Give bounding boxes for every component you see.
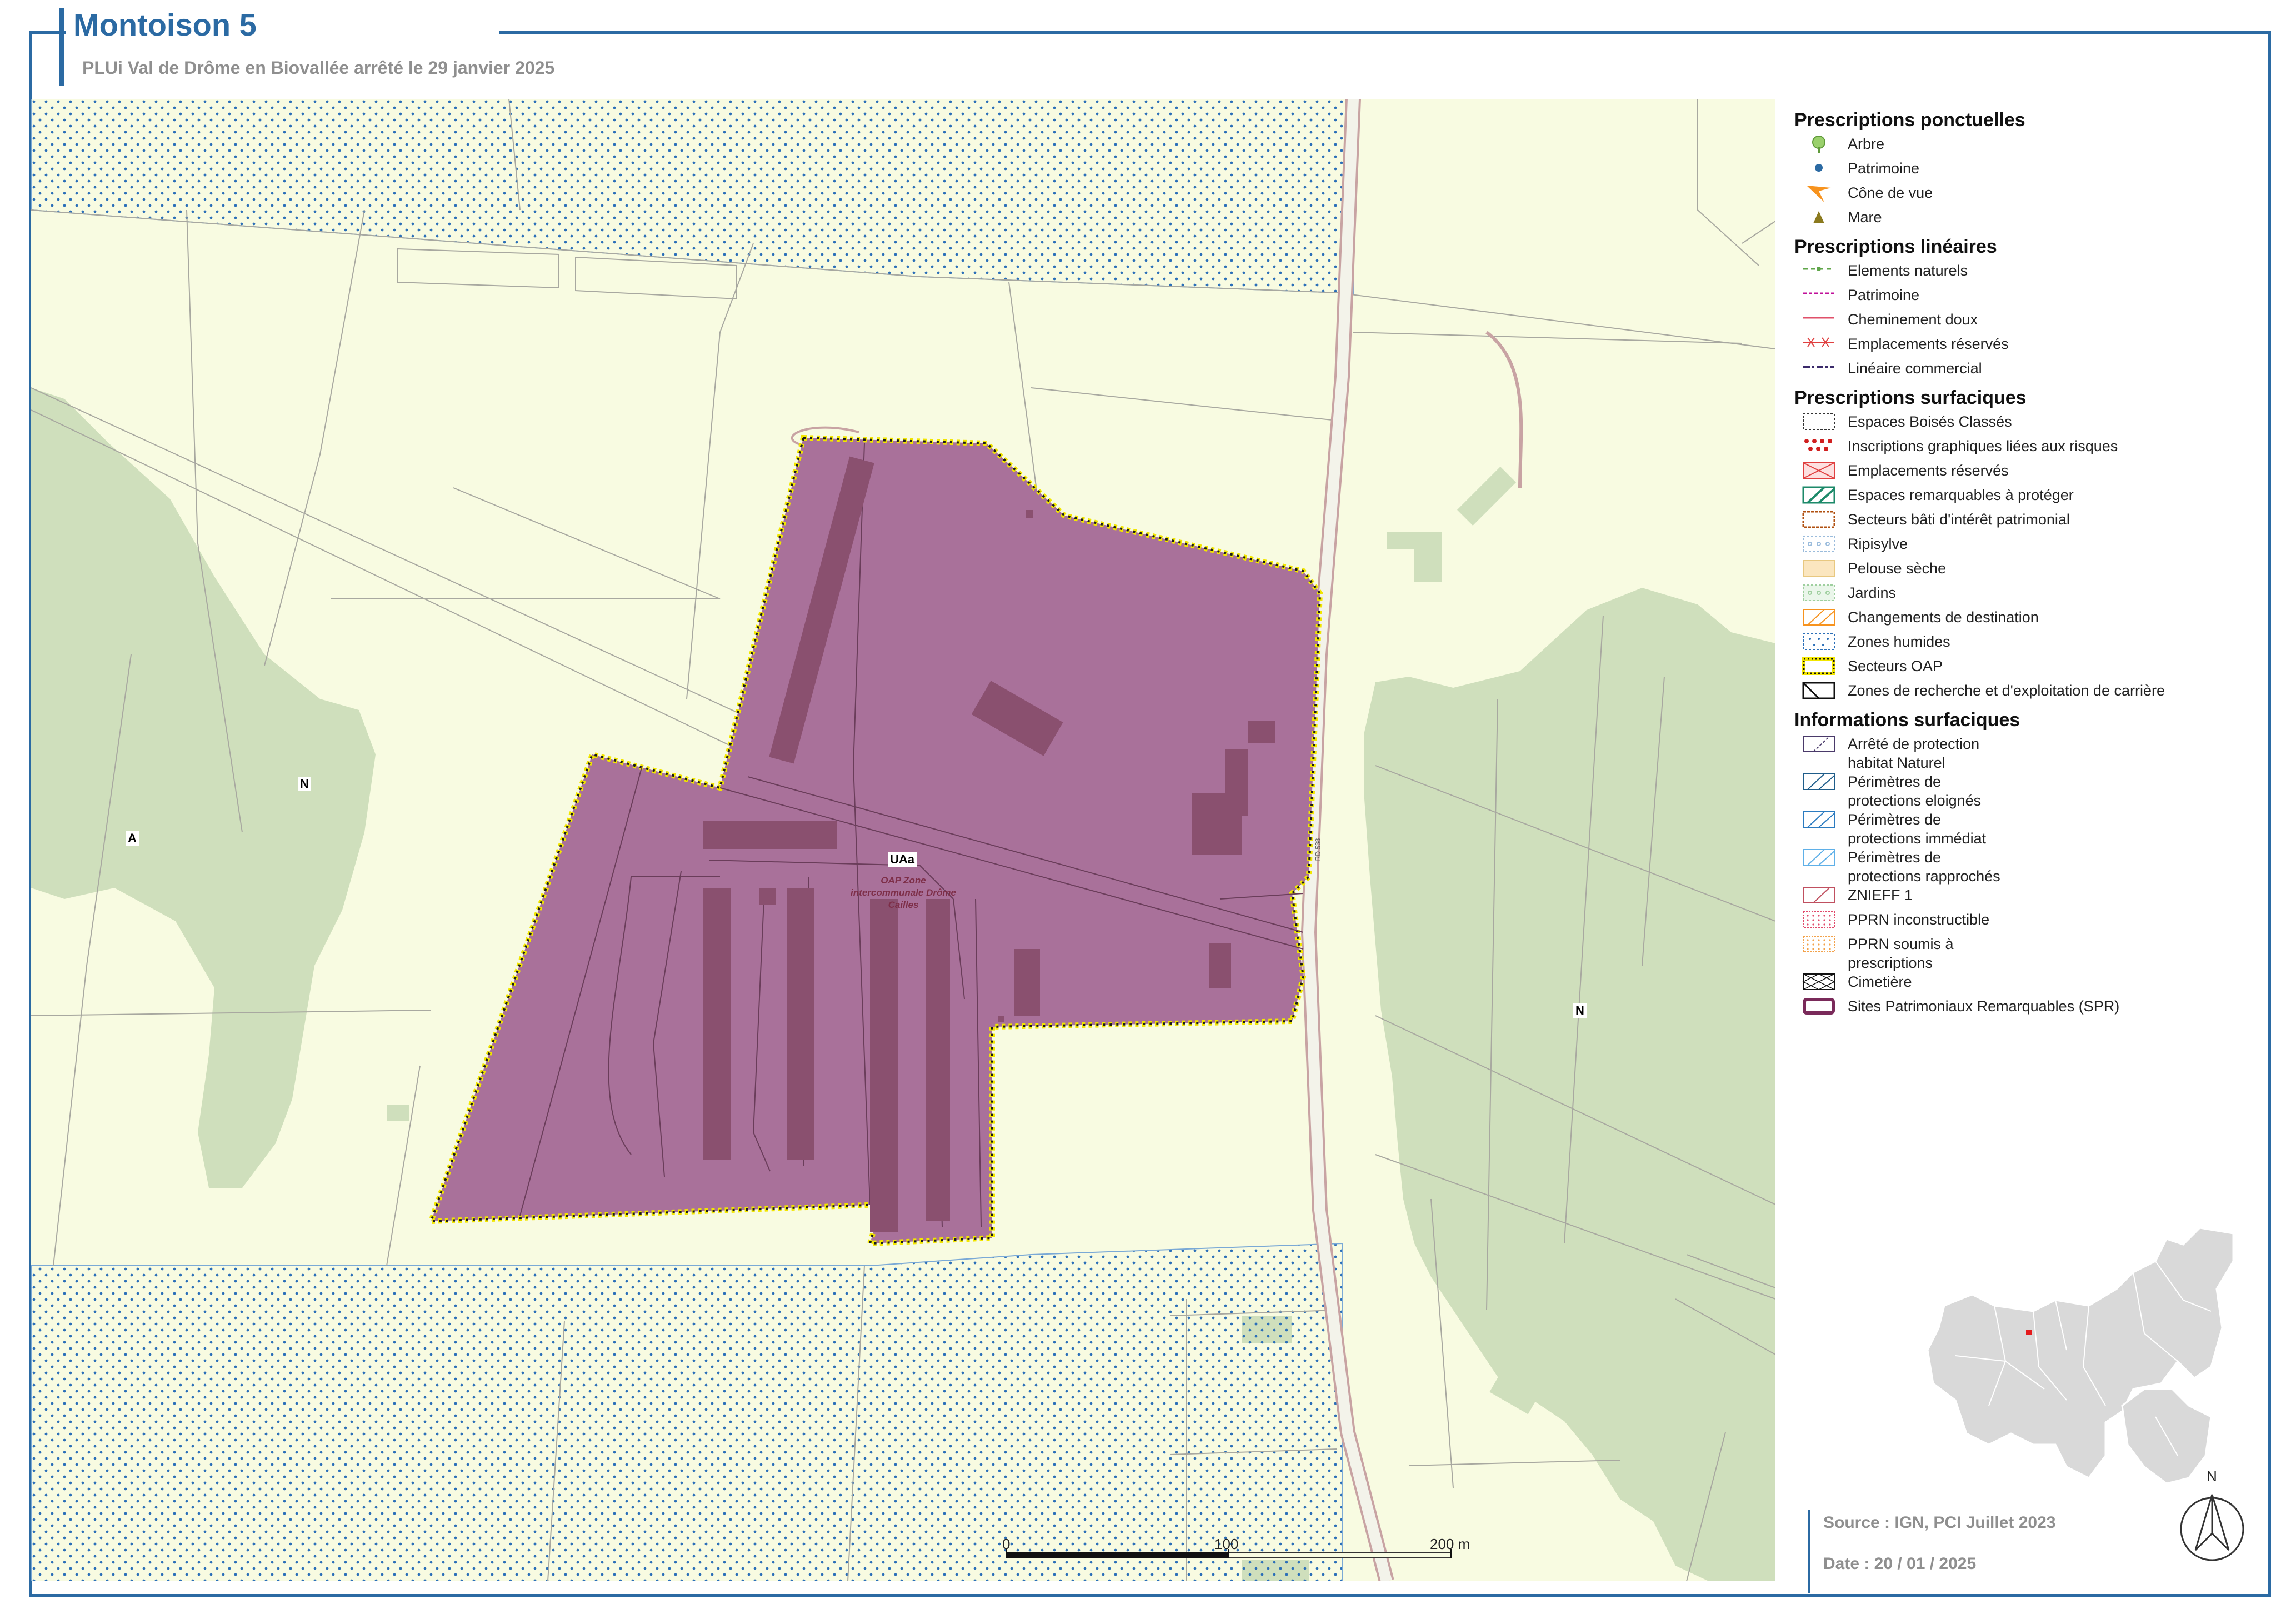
zone-label-n-west: N [298,777,311,791]
znieff-icon [1802,886,1835,906]
close-protection-icon [1802,848,1835,868]
risk-area-icon [1802,437,1835,457]
source-text: Source : IGN, PCI Juillet 2023 [1823,1513,2056,1532]
destination-change-icon [1802,608,1835,628]
legend-item: Inscriptions graphiques liées aux risque… [1794,437,2261,461]
pprn-prescriptions-icon [1802,935,1835,955]
scale-label-0: 0 [1002,1536,1011,1552]
tree-icon [1802,134,1835,154]
legend-item: Arbre [1794,134,2261,159]
map-legend: Prescriptions ponctuelles Arbre Patrimoi… [1794,106,2261,1021]
commercial-line-icon [1802,359,1835,379]
zone-label-a-west: A [126,831,139,846]
legend-item: ZNIEFF 1 [1794,886,2261,910]
legend-item: PPRN soumis à prescriptions [1794,935,2261,972]
reserved-line-icon [1802,334,1835,354]
riparian-area-icon [1802,534,1835,554]
legend-item: Patrimoine [1794,159,2261,183]
page-title: Montoison 5 [73,7,257,42]
legend-item: Ripisylve [1794,534,2261,559]
immediate-protection-icon [1802,810,1835,830]
classified-woodland-icon [1802,412,1835,432]
legend-item: Secteurs bâti d'intérêt patrimonial [1794,510,2261,534]
reserved-area-icon [1802,461,1835,481]
natural-zone-west [31,388,376,1188]
legend-item: Secteurs OAP [1794,657,2261,681]
cemetery-icon [1802,972,1835,992]
heritage-point-icon [1802,159,1835,179]
oap-sector-icon [1802,657,1835,677]
oap-zone-label: OAP Zone intercommunale Drôme Cailles [851,875,956,910]
legend-item: Cône de vue [1794,183,2261,208]
map-drawing [31,99,1775,1581]
footer-accent-bar [1808,1510,1810,1593]
scale-label-200: 200 m [1430,1536,1470,1552]
view-cone-icon [1802,183,1835,203]
gardens-icon [1802,583,1835,603]
legend-item: Jardins [1794,583,2261,608]
zone-label-n-east: N [1573,1003,1587,1018]
road-label: RD 538 [1314,838,1322,861]
legend-item: Cheminement doux [1794,310,2261,334]
soft-path-line-icon [1802,310,1835,330]
legend-title-informations: Informations surfaciques [1794,709,2020,731]
dry-grassland-icon [1802,559,1835,579]
quarry-zone-icon [1802,681,1835,701]
legend-item: Sites Patrimoniaux Remarquables (SPR) [1794,997,2261,1021]
natural-zone-east [1364,588,1775,1581]
legend-item: Arrêté de protection habitat Naturel [1794,734,2261,772]
legend-item: Emplacements réservés [1794,334,2261,359]
title-accent-bar [59,8,64,86]
zone-label-uaa: UAa [888,852,917,867]
legend-item: Emplacements réservés [1794,461,2261,486]
legend-item: Zones de recherche et d'exploitation de … [1794,681,2261,706]
legend-item: Patrimoine [1794,286,2261,310]
heritage-built-area-icon [1802,510,1835,530]
legend-item: Mare [1794,208,2261,232]
legend-item: Linéaire commercial [1794,359,2261,383]
wetland-icon [1802,632,1835,652]
legend-item: Changements de destination [1794,608,2261,632]
heritage-line-icon [1802,286,1835,306]
legend-item: Périmètres de protections rapprochés [1794,848,2261,886]
spr-icon [1802,997,1835,1017]
legend-item: Elements naturels [1794,261,2261,286]
pond-icon [1802,208,1835,228]
legend-item: Espaces remarquables à protéger [1794,486,2261,510]
natural-line-icon [1802,261,1835,281]
legend-item: Cimetière [1794,972,2261,997]
legend-item: Périmètres de protections eloignés [1794,772,2261,810]
legend-title-lineaires: Prescriptions linéaires [1794,236,1997,257]
map-canvas[interactable]: UAa N A N OAP Zone intercommunale Drôme … [31,99,1775,1581]
legend-item: Périmètres de protections immédiat [1794,810,2261,848]
legend-item: Pelouse sèche [1794,559,2261,583]
scale-label-100: 100 [1214,1536,1239,1552]
date-text: Date : 20 / 01 / 2025 [1823,1555,1977,1573]
legend-item: Espaces Boisés Classés [1794,412,2261,437]
north-label: N [2207,1468,2217,1485]
habitat-protection-icon [1802,734,1835,754]
legend-title-surfaciques: Prescriptions surfaciques [1794,387,2027,408]
remarkable-area-icon [1802,486,1835,506]
page-subtitle: PLUi Val de Drôme en Biovallée arrêté le… [82,58,555,78]
legend-title-ponctuelles: Prescriptions ponctuelles [1794,109,2025,131]
legend-item: PPRN inconstructible [1794,910,2261,935]
legend-item: Zones humides [1794,632,2261,657]
pprn-unbuildable-icon [1802,910,1835,930]
distant-protection-icon [1802,772,1835,792]
